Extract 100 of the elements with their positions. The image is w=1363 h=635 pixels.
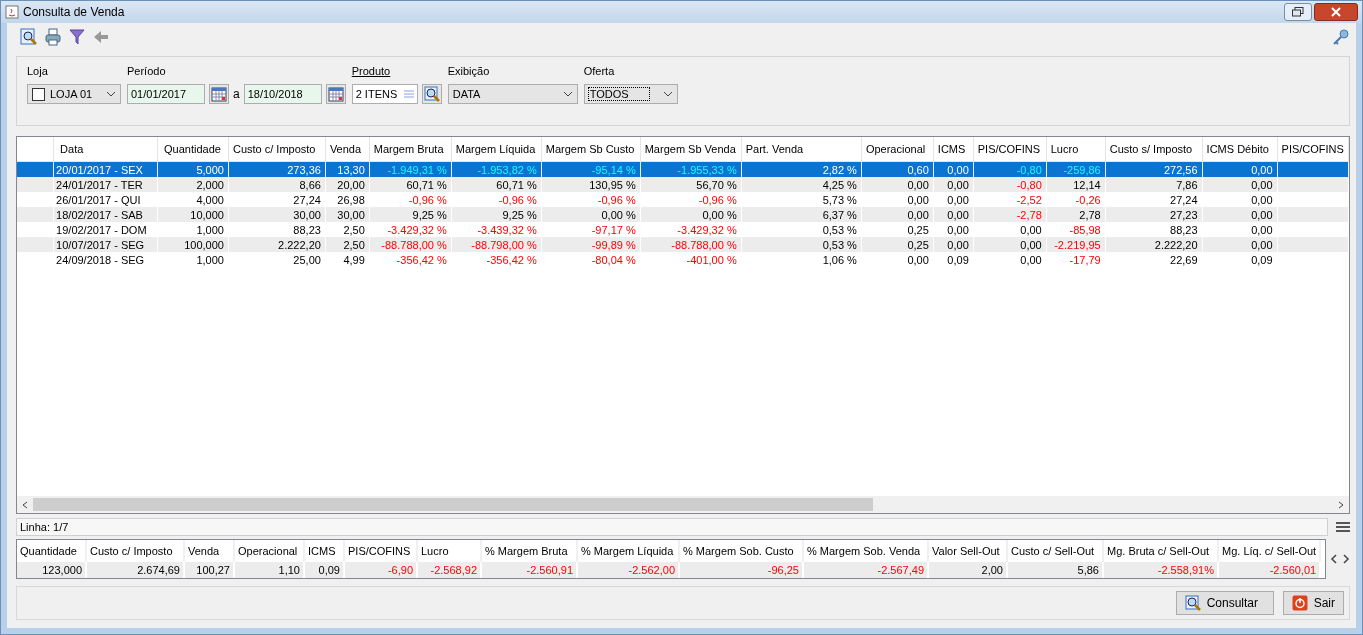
- table-cell: 0,00: [1202, 207, 1278, 222]
- column-header[interactable]: PIS/COFINS: [973, 137, 1047, 162]
- table-cell: 100,000: [157, 237, 229, 252]
- table-row[interactable]: 20/01/2017 - SEX 5,000 273,36 13,30 -1.949,31 % -1.953,82 % -95,14 % -1.955,33 % 2,82 % 0,60 0,00 -0,80 -259,86 272,56 0,00: [17, 161, 1349, 177]
- horizontal-scrollbar[interactable]: [17, 496, 1349, 513]
- table-cell: -2.562,00: [577, 562, 679, 578]
- table-cell: 24/09/2018 - SEG: [53, 252, 158, 267]
- column-header[interactable]: ICMS Débito: [1202, 137, 1278, 162]
- column-header[interactable]: Custo s/ Imposto: [1105, 137, 1203, 162]
- power-icon: [1291, 595, 1308, 611]
- table-cell: -80,04 %: [541, 252, 641, 267]
- table-row[interactable]: 18/02/2017 - SAB 10,000 30,00 30,00 9,25 % 9,25 % 0,00 % 0,00 % 6,37 % 0,00 0,00 -2,78 2,78 27,23 0,00: [17, 207, 1349, 222]
- table-cell: 0,09: [304, 562, 344, 578]
- scroll-left-icon[interactable]: [21, 500, 29, 509]
- table-cell: 56,70 %: [640, 177, 742, 192]
- column-header[interactable]: Custo c/ Imposto: [228, 137, 326, 162]
- field-label: Exibição: [447, 65, 491, 78]
- table-cell: 2,50: [325, 237, 370, 252]
- table-cell: 0,09: [933, 252, 974, 267]
- column-header[interactable]: Lucro: [1046, 137, 1106, 162]
- column-header[interactable]: Venda: [325, 137, 370, 162]
- display-dropdown[interactable]: DATA: [447, 84, 578, 104]
- table-cell: 60,71 %: [451, 177, 542, 192]
- table-row[interactable]: 10/07/2017 - SEG 100,000 2.222,20 2,50 -88.788,00 % -88.798,00 % -99,89 % -88.788,00 % 0,53 % 0,25 0,00 0,00 -2.219,95 2.222,20 0,00: [17, 237, 1349, 252]
- column-header[interactable]: Quantidade: [157, 137, 229, 162]
- table-cell: 2,78: [1046, 207, 1106, 222]
- search-icon: [423, 86, 440, 102]
- start-date-field[interactable]: 01/01/2017: [127, 84, 205, 104]
- table-cell: -356,42 %: [369, 252, 452, 267]
- table-cell: 22,69: [1105, 252, 1203, 267]
- table-row[interactable]: 24/09/2018 - SEG 1,000 25,00 4,99 -356,42 % -356,42 % -80,04 % -401,00 % 1,06 % 0,00 0,09 0,00 -17,79 22,69 0,09: [17, 252, 1349, 267]
- caret-icon: [562, 91, 573, 97]
- window-title: Consulta de Venda: [23, 5, 125, 19]
- calendar-button[interactable]: [325, 84, 346, 104]
- table-cell: 4,99: [325, 252, 370, 267]
- table-cell: 0,00 %: [541, 207, 641, 222]
- store-dropdown[interactable]: LOJA 01: [27, 84, 121, 104]
- product-field[interactable]: 2 ITENS: [351, 84, 418, 104]
- column-header[interactable]: Margem Sb Venda: [640, 137, 742, 162]
- search-button[interactable]: [421, 84, 442, 104]
- calendar-icon: [327, 86, 344, 102]
- range-separator: a: [233, 87, 240, 101]
- table-cell: 12,14: [1046, 177, 1106, 192]
- table-cell: 0,00: [1202, 237, 1278, 252]
- table-cell: 8,66: [228, 177, 326, 192]
- exit-button[interactable]: Sair: [1282, 591, 1344, 615]
- column-header[interactable]: Margem Sb Custo: [541, 137, 641, 162]
- table-cell: -0,80: [973, 177, 1047, 192]
- scroll-left-icon[interactable]: [1330, 554, 1338, 564]
- table-cell: 2.222,20: [228, 237, 326, 252]
- search-icon[interactable]: [20, 28, 38, 46]
- close-icon: [1331, 7, 1341, 17]
- table-cell: 1,06 %: [741, 252, 862, 267]
- table-cell: 0,00: [861, 252, 934, 267]
- filter-icon[interactable]: [68, 28, 86, 46]
- restore-button[interactable]: [1284, 3, 1312, 21]
- menu-icon[interactable]: [1336, 521, 1350, 533]
- table-cell: -6,90: [344, 562, 417, 578]
- calendar-button[interactable]: [209, 84, 229, 104]
- table-cell: -88.798,00 %: [451, 237, 542, 252]
- end-date-field[interactable]: 18/10/2018: [243, 84, 322, 104]
- table-cell: 4,25 %: [741, 177, 862, 192]
- column-header[interactable]: Part. Venda: [741, 137, 862, 162]
- restore-icon: [1292, 7, 1304, 17]
- table-cell: 60,71 %: [369, 177, 452, 192]
- table-cell: -2.558,91%: [1103, 562, 1218, 578]
- column-header[interactable]: Margem Líquida: [451, 137, 542, 162]
- query-button[interactable]: Consultar: [1175, 591, 1274, 615]
- table-cell: 0,00: [1202, 177, 1278, 192]
- table-cell: 30,00: [325, 207, 370, 222]
- app-icon: [5, 5, 19, 19]
- table-cell: 0,00: [973, 252, 1047, 267]
- column-header[interactable]: ICMS: [933, 137, 974, 162]
- printer-icon[interactable]: [44, 28, 62, 46]
- table-cell: 1,000: [157, 252, 229, 267]
- table-cell: 2,00: [928, 562, 1007, 578]
- caret-icon: [106, 91, 116, 97]
- product-link[interactable]: Produto: [351, 65, 442, 78]
- column-header[interactable]: Data: [53, 137, 158, 162]
- offer-dropdown[interactable]: TODOS: [583, 84, 678, 104]
- table-cell: -401,00 %: [640, 252, 742, 267]
- scroll-right-icon[interactable]: [1337, 500, 1345, 509]
- column-header[interactable]: PIS/COFINS: [1277, 137, 1349, 162]
- table-cell: 0,09: [1202, 252, 1278, 267]
- table-cell: 24/01/2017 - TER: [53, 177, 158, 192]
- table-cell: 0,00: [973, 237, 1047, 252]
- key-icon[interactable]: [1332, 28, 1350, 46]
- table-cell: 2.674,69: [86, 562, 184, 578]
- close-button[interactable]: [1314, 3, 1358, 21]
- checkbox[interactable]: [32, 87, 45, 101]
- table-cell: -17,79: [1046, 252, 1106, 267]
- table-row[interactable]: 24/01/2017 - TER 2,000 8,66 20,00 60,71 % 60,71 % 130,95 % 56,70 % 4,25 % 0,00 0,00 -0,80 12,14 7,86 0,00: [17, 177, 1349, 192]
- search-icon: [1184, 595, 1201, 611]
- field-label: Loja: [27, 65, 49, 78]
- table-cell: -2.219,95: [1046, 237, 1106, 252]
- scroll-right-icon[interactable]: [1342, 554, 1350, 564]
- column-header[interactable]: Margem Bruta: [369, 137, 452, 162]
- table-cell: -88.788,00 %: [369, 237, 452, 252]
- table-cell: 2,000: [157, 177, 229, 192]
- column-header[interactable]: Operacional: [861, 137, 934, 162]
